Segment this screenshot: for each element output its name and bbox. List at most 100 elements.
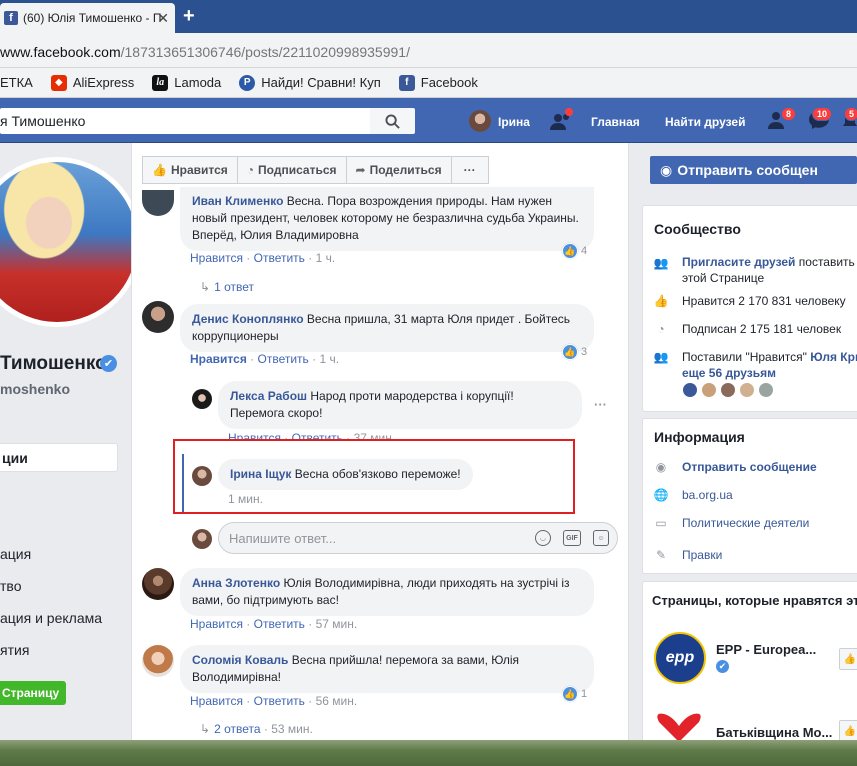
view-replies-link[interactable]: ↳ 2 ответа · 53 мин. xyxy=(200,722,313,736)
bookmark-item[interactable]: P Найди! Сравни! Куп xyxy=(239,74,381,91)
info-send-message-link[interactable]: Отправить сообщение xyxy=(682,459,817,475)
commenter-avatar[interactable] xyxy=(142,568,174,600)
friends-liked-text: Поставили "Нравится" Юля Кри xyxy=(682,349,857,365)
page-handle[interactable]: moshenko xyxy=(0,381,70,397)
close-tab-icon[interactable]: ✕ xyxy=(157,10,169,27)
create-page-button[interactable]: Страницу xyxy=(0,681,66,705)
share-button[interactable]: ➦ Поделиться xyxy=(346,156,452,184)
reply-arrow-icon: ↳ xyxy=(200,722,211,736)
sticker-icon[interactable]: ☺ xyxy=(593,530,609,546)
category-link[interactable]: Политические деятели xyxy=(682,515,809,531)
friend-avatar[interactable] xyxy=(739,382,755,398)
notifications-icon[interactable]: 5 xyxy=(843,107,857,132)
liked-page-name[interactable]: Батьківщина Мо... xyxy=(716,725,832,741)
more-options-button[interactable]: ··· xyxy=(451,156,489,184)
comment-reply-link[interactable]: Ответить xyxy=(254,251,305,265)
new-tab-icon[interactable]: + xyxy=(183,5,195,28)
epp-logo[interactable]: epp xyxy=(654,632,706,684)
reply-options-icon[interactable]: ··· xyxy=(594,397,607,412)
create-group-icon[interactable] xyxy=(549,108,575,132)
bookmark-item[interactable]: ◆ AliExpress xyxy=(50,74,134,91)
left-menu-item[interactable]: тво xyxy=(0,578,21,594)
url-text[interactable]: www.facebook.com/187313651306746/posts/2… xyxy=(0,44,410,60)
reply-placeholder: Напишите ответ... xyxy=(229,531,337,546)
invite-friends-line2: этой Странице xyxy=(682,271,765,285)
reply-author-avatar[interactable] xyxy=(192,389,212,409)
comment-reactions[interactable]: 👍 4 xyxy=(562,243,587,259)
liked-page-name[interactable]: EPP - Europea... xyxy=(716,642,816,658)
page-name[interactable]: Тимошенко xyxy=(0,353,107,375)
invite-friends-icon: 👥 xyxy=(653,256,669,270)
verified-badge-icon: ✔ xyxy=(100,355,117,372)
commenter-avatar[interactable] xyxy=(142,301,174,333)
nav-find-friends[interactable]: Найти друзей xyxy=(665,115,745,129)
user-name-link[interactable]: Ірина xyxy=(498,115,530,129)
comment-like-link[interactable]: Нравится xyxy=(190,352,247,366)
left-menu-item[interactable]: ятия xyxy=(0,642,29,658)
nav-home[interactable]: Главная xyxy=(591,115,640,129)
left-menu-item[interactable]: ация xyxy=(0,546,31,562)
commenter-avatar[interactable] xyxy=(142,645,174,677)
messages-icon[interactable]: 10 xyxy=(808,107,834,132)
like-reaction-icon: 👍 xyxy=(562,344,578,360)
comment-reactions[interactable]: 👍 3 xyxy=(562,344,587,360)
new-dot xyxy=(565,108,573,116)
messenger-icon: ◉ xyxy=(655,460,667,474)
reply-author-name[interactable]: Ірина Іщук xyxy=(230,467,291,481)
reply-time: 1 мин. xyxy=(228,492,263,506)
commenter-name[interactable]: Иван Клименко xyxy=(192,194,283,208)
friend-link[interactable]: Юля Кри xyxy=(810,350,857,364)
info-title: Информация xyxy=(654,429,745,445)
messenger-icon: ◉ xyxy=(660,161,673,178)
batkivshchyna-logo[interactable] xyxy=(654,712,704,742)
website-link[interactable]: ba.org.ua xyxy=(682,487,733,503)
left-menu-item[interactable]: ация и реклама xyxy=(0,610,102,626)
emoji-icon[interactable]: ◡ xyxy=(535,530,551,546)
comment-reply-link[interactable]: Ответить xyxy=(258,352,309,366)
commenter-name[interactable]: Анна Злотенко xyxy=(192,576,280,590)
comment-bubble: Соломія Коваль Весна прийшла! перемога з… xyxy=(180,645,594,693)
friends-more-link[interactable]: еще 56 друзьям xyxy=(682,365,776,381)
page-action-bar: 👍 Нравится ◔ Подписаться ➦ Поделиться ··· xyxy=(142,156,489,184)
like-page-small-button[interactable]: 👍 xyxy=(839,720,857,742)
friend-avatar[interactable] xyxy=(720,382,736,398)
like-page-button[interactable]: 👍 Нравится xyxy=(142,156,238,184)
friend-requests-icon[interactable]: 8 xyxy=(768,107,797,132)
search-button[interactable] xyxy=(370,108,415,134)
subscribe-button[interactable]: ◔ Подписаться xyxy=(237,156,347,184)
comment-meta: Нравится · Ответить · 1 ч. xyxy=(190,352,340,366)
lamoda-icon: la xyxy=(152,74,169,91)
notifications-badge: 5 xyxy=(844,107,857,121)
commenter-name[interactable]: Соломія Коваль xyxy=(192,653,288,667)
comment-reactions[interactable]: 👍 1 xyxy=(562,686,587,702)
aliexpress-icon: ◆ xyxy=(50,74,67,91)
like-page-small-button[interactable]: 👍 xyxy=(839,648,857,670)
followers-icon: ◔ xyxy=(657,322,665,336)
bookmark-item[interactable]: ЕТКА xyxy=(0,75,33,90)
reply-author-avatar[interactable] xyxy=(192,466,212,486)
browser-tab[interactable]: f (60) Юлія Тимошенко - П ✕ xyxy=(0,3,175,33)
comment-like-link[interactable]: Нравится xyxy=(190,617,243,631)
send-message-button[interactable]: ◉ Отправить сообщен xyxy=(650,156,857,184)
left-menu-active-item[interactable]: ции xyxy=(0,443,118,472)
comment-bubble: Анна Злотенко Юлія Володимирівна, люди п… xyxy=(180,568,594,616)
new-reply-indicator xyxy=(182,454,184,512)
comment-reply-link[interactable]: Ответить xyxy=(254,694,305,708)
comment-like-link[interactable]: Нравится xyxy=(190,251,243,265)
friend-avatar[interactable] xyxy=(758,382,774,398)
view-replies-link[interactable]: ↳ 1 ответ xyxy=(200,280,254,294)
search-input[interactable]: я Тимошенко xyxy=(0,108,370,134)
comment-reply-link[interactable]: Ответить xyxy=(254,617,305,631)
suggest-edits-link[interactable]: Правки xyxy=(682,547,722,563)
commenter-name[interactable]: Денис Коноплянко xyxy=(192,312,304,326)
invite-friends-text: Пригласите друзей поставить xyxy=(682,255,855,269)
gif-icon[interactable]: GIF xyxy=(563,530,581,546)
friend-avatar[interactable] xyxy=(682,382,698,398)
comment-like-link[interactable]: Нравится xyxy=(190,694,243,708)
friend-avatar[interactable] xyxy=(701,382,717,398)
reply-author-name[interactable]: Лекса Рабош xyxy=(230,389,307,403)
bookmark-item[interactable]: f Facebook xyxy=(398,74,478,91)
bookmark-item[interactable]: la Lamoda xyxy=(152,74,221,91)
user-avatar[interactable] xyxy=(469,110,491,132)
invite-friends-link[interactable]: Пригласите друзей xyxy=(682,255,795,269)
